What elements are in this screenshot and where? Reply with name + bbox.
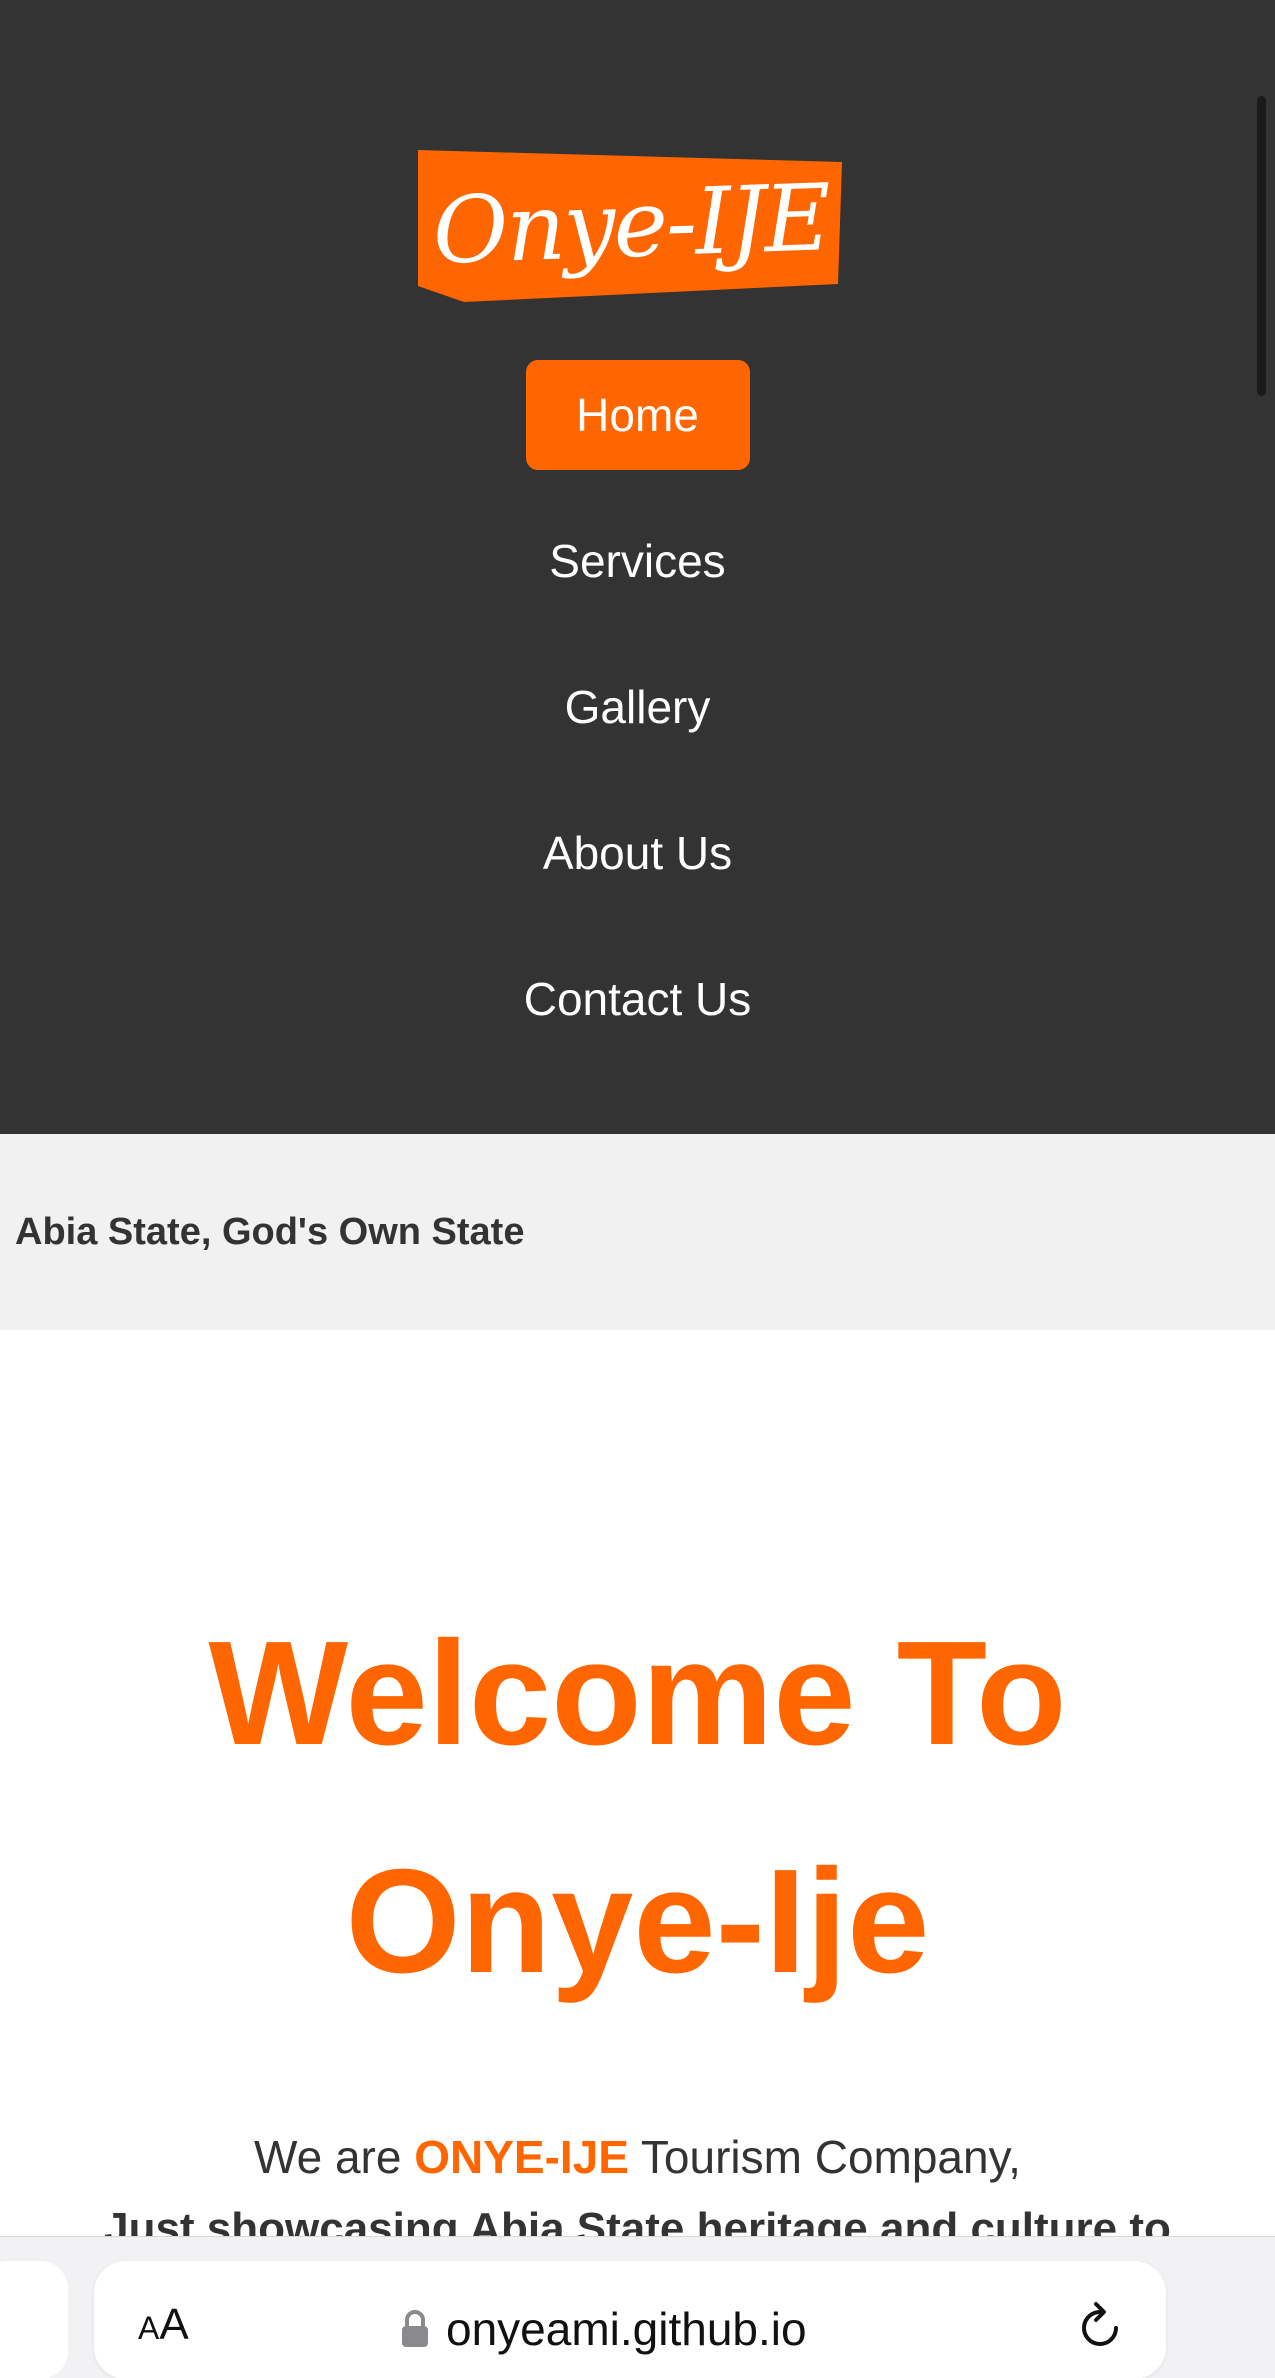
welcome-line-2: Onye-Ije	[345, 1839, 930, 2004]
nav-gallery-label: Gallery	[564, 681, 711, 733]
nav-services-label: Services	[549, 535, 726, 587]
site-logo[interactable]: Onye-IJE	[418, 150, 844, 306]
url-text: onyeami.github.io	[446, 2303, 807, 2355]
nav-home-label: Home	[525, 360, 750, 470]
intro-text: We are ONYE-IJE Tourism Company,	[0, 2130, 1275, 2184]
url-display[interactable]: onyeami.github.io	[400, 2296, 807, 2362]
tagline: Abia State, God's Own State	[15, 1210, 525, 1253]
nav-contact-us[interactable]: Contact Us	[0, 944, 1275, 1054]
text-size-small-glyph: A	[138, 2310, 160, 2346]
nav-gallery[interactable]: Gallery	[0, 652, 1275, 762]
page-scrollbar[interactable]	[1257, 96, 1266, 396]
text-size-button[interactable]: AA	[138, 2300, 189, 2360]
welcome-heading: Welcome To Onye-Ije	[0, 1580, 1275, 2036]
logo-text: Onye-IJE	[430, 163, 832, 285]
nav-about-us[interactable]: About Us	[0, 798, 1275, 908]
intro-brand: ONYE-IJE	[414, 2131, 629, 2183]
site-header: Onye-IJE Home Services Gallery About Us …	[0, 0, 1275, 1134]
nav-home[interactable]: Home	[0, 360, 1275, 470]
lock-icon	[402, 2310, 428, 2347]
nav-contact-us-label: Contact Us	[523, 973, 752, 1025]
previous-tab-preview[interactable]	[0, 2261, 68, 2378]
intro-suffix: Tourism Company,	[628, 2131, 1021, 2183]
tagline-band: Abia State, God's Own State	[0, 1134, 1275, 1330]
intro-prefix: We are	[254, 2131, 415, 2183]
nav-about-us-label: About Us	[542, 827, 733, 879]
reload-icon[interactable]	[1072, 2300, 1128, 2356]
text-size-big-glyph: A	[159, 2300, 189, 2349]
intro-text-line-2: Just showcasing Abia State heritage and …	[104, 2204, 1171, 2240]
nav-services[interactable]: Services	[0, 506, 1275, 616]
welcome-line-1: Welcome To	[208, 1611, 1067, 1776]
